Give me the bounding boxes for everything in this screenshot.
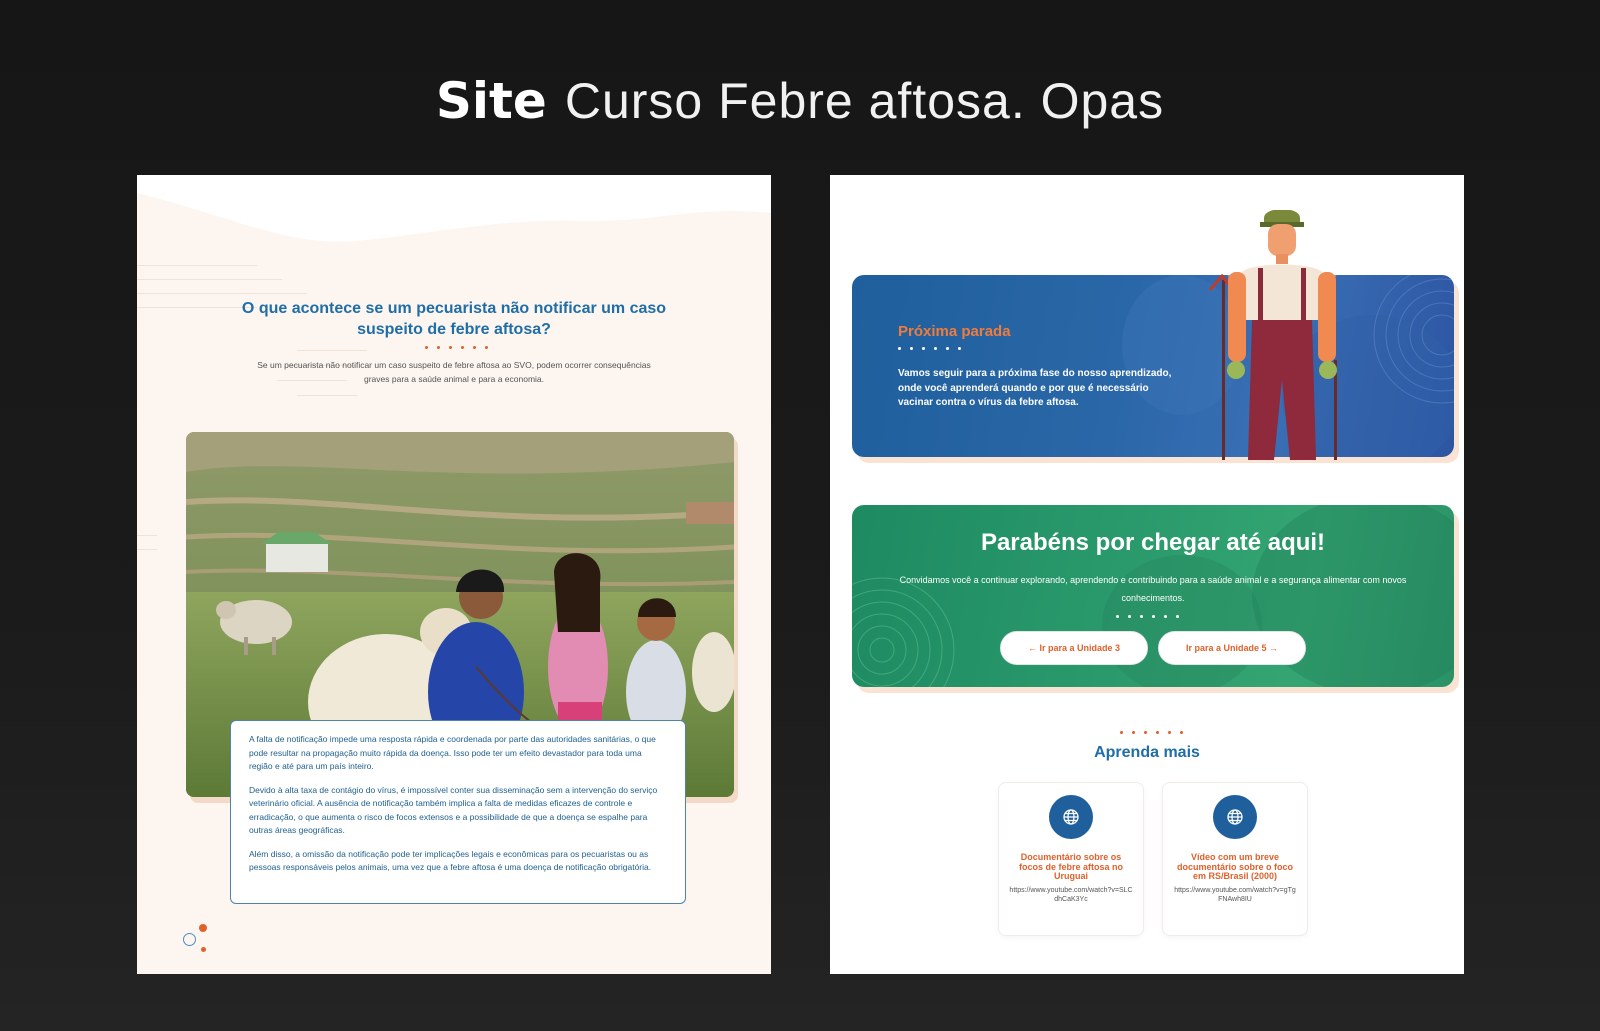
right-page-mockup: Próxima parada Vamos seguir para a próxi… xyxy=(830,175,1464,974)
congrats-title: Parabéns por chegar até aqui! xyxy=(980,529,1326,556)
left-page-subtitle: Se um pecuarista não notificar um caso s… xyxy=(257,360,651,384)
stripe-decoration xyxy=(137,265,257,266)
stripe-decoration xyxy=(297,350,367,351)
top-wave-decoration xyxy=(137,175,771,242)
prev-unit-button[interactable]: ← Ir para a Unidade 3 xyxy=(1000,631,1148,665)
dots-divider xyxy=(898,347,961,350)
resource-card-brasil[interactable]: Vídeo com um breve documentário sobre o … xyxy=(1162,782,1308,936)
card-paragraph-1: A falta de notificação impede uma respos… xyxy=(249,734,656,771)
learn-more-title: Aprenda mais xyxy=(1094,744,1200,761)
resource-link[interactable]: https://www.youtube.com/watch?v=gTgFNAwh… xyxy=(1173,886,1297,904)
next-stop-text: Vamos seguir para a próxima fase do noss… xyxy=(898,368,1172,408)
resource-title: Vídeo com um breve documentário sobre o … xyxy=(1176,852,1293,881)
globe-icon xyxy=(1049,795,1093,839)
page-headline: Site Curso Febre aftosa. Opas xyxy=(0,66,1600,136)
congrats-text: Convidamos você a continuar explorando, … xyxy=(899,575,1407,603)
dots-divider xyxy=(1116,615,1179,618)
card-paragraph-2: Devido à alta taxa de contágio do vírus,… xyxy=(249,784,658,836)
congrats-card: Parabéns por chegar até aqui! Convidamos… xyxy=(852,505,1454,687)
globe-icon xyxy=(1213,795,1257,839)
ring-decoration xyxy=(183,933,196,946)
stripe-decoration xyxy=(137,293,307,294)
stripe-decoration xyxy=(137,279,282,280)
farmer-illustration xyxy=(1208,210,1342,460)
dots-divider xyxy=(425,346,488,349)
card-paragraph-3: Além disso, a omissão da notificação pod… xyxy=(249,848,652,873)
next-stop-card: Próxima parada Vamos seguir para a próxi… xyxy=(852,275,1454,457)
next-unit-button[interactable]: Ir para a Unidade 5 → xyxy=(1158,631,1306,665)
resource-title: Documentário sobre os focos de febre aft… xyxy=(1018,852,1124,881)
notification-consequences-card: A falta de notificação impede uma respos… xyxy=(230,720,686,904)
stripe-decoration xyxy=(137,535,157,536)
next-stop-title: Próxima parada xyxy=(898,323,1011,340)
dot-decoration xyxy=(201,947,206,952)
left-page-title: O que acontece se um pecuarista não noti… xyxy=(241,300,667,338)
stripe-decoration xyxy=(137,549,157,550)
resource-card-uruguay[interactable]: Documentário sobre os focos de febre aft… xyxy=(998,782,1144,936)
stripe-decoration xyxy=(297,395,357,396)
headline-bold: Site xyxy=(435,72,547,130)
dots-divider xyxy=(1120,731,1183,734)
resource-link[interactable]: https://www.youtube.com/watch?v=SLCdhCaK… xyxy=(1009,886,1133,904)
headline-light: Curso Febre aftosa. Opas xyxy=(564,73,1165,129)
blue-card-background xyxy=(1122,275,1454,457)
dot-decoration xyxy=(199,924,207,932)
left-page-mockup: O que acontece se um pecuarista não noti… xyxy=(137,175,771,974)
